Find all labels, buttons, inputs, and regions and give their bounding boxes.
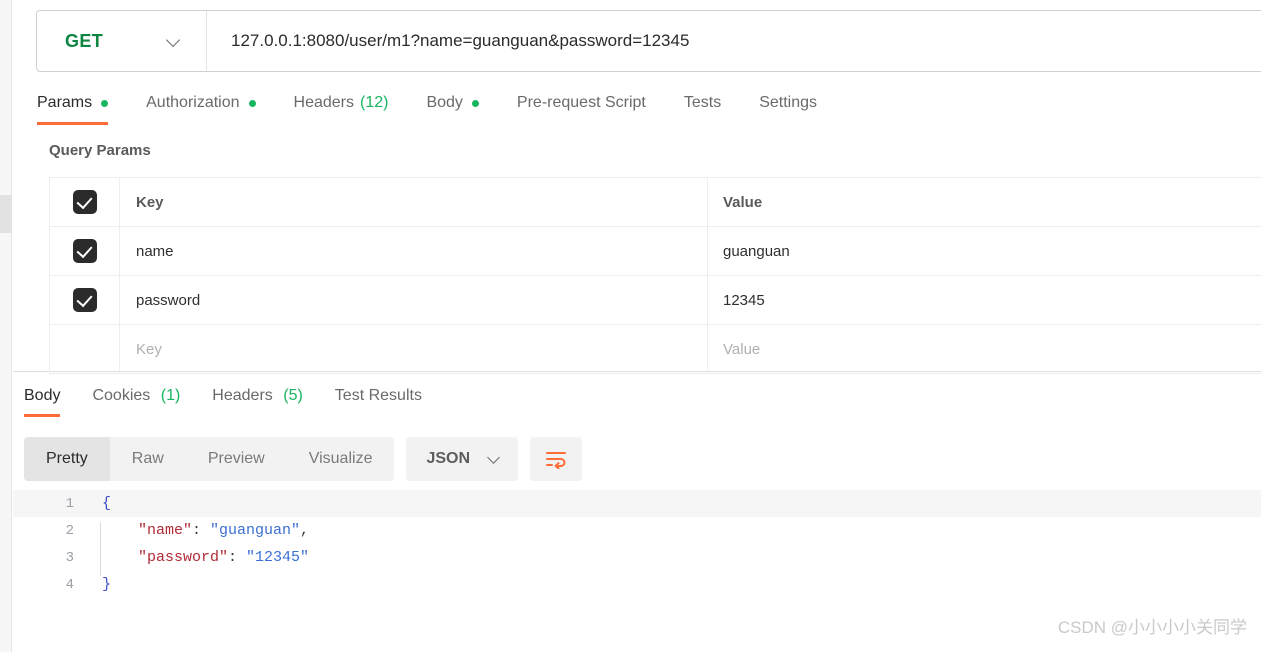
json-string-value: "guanguan": [210, 522, 301, 539]
response-body-editor[interactable]: 1 { 2 "name": "guanguan", 3 "password": …: [13, 490, 1261, 610]
code-line-content: }: [102, 576, 112, 593]
word-wrap-icon: [546, 452, 567, 469]
line-number: 3: [65, 549, 74, 566]
query-params-table: Key Value name guanguan password 12345 K…: [49, 177, 1261, 374]
modified-dot-icon: [471, 99, 479, 107]
response-tab-bar: Body Cookies (1) Headers (5) Test Result…: [24, 383, 454, 417]
json-string-value: "12345": [246, 549, 310, 566]
response-tab-headers-label: Headers: [212, 387, 273, 404]
tab-headers-label: Headers: [293, 94, 354, 111]
tab-params[interactable]: Params: [37, 88, 109, 125]
tab-headers[interactable]: Headers (12): [294, 88, 389, 125]
view-mode-pretty[interactable]: Pretty: [24, 437, 110, 481]
tab-settings[interactable]: Settings: [759, 88, 817, 125]
response-tab-body[interactable]: Body: [24, 383, 61, 417]
row-checkbox-cell[interactable]: [50, 276, 120, 324]
line-number: 2: [65, 522, 74, 539]
view-mode-visualize[interactable]: Visualize: [287, 437, 395, 481]
response-body-toolbar: Pretty Raw Preview Visualize JSON: [24, 437, 583, 481]
table-header-row: Key Value: [50, 178, 1261, 227]
row-checkbox[interactable]: [72, 288, 97, 312]
table-row: name guanguan: [50, 227, 1261, 276]
request-pane: GET 127.0.0.1:8080/user/m1?name=guanguan…: [13, 0, 1261, 374]
modified-dot-icon: [101, 99, 109, 107]
select-all-cell[interactable]: [50, 178, 120, 226]
response-tab-cookies-label: Cookies: [92, 387, 151, 404]
left-scrollbar-track[interactable]: [0, 0, 12, 652]
json-punctuation: :: [228, 549, 247, 566]
param-key-input[interactable]: password: [120, 276, 708, 324]
param-value-input[interactable]: 12345: [708, 276, 1261, 324]
view-mode-group: Pretty Raw Preview Visualize: [24, 437, 395, 481]
line-number: 1: [65, 495, 74, 512]
response-tab-cookies-count: (1): [160, 387, 181, 404]
query-params-title: Query Params: [49, 142, 151, 159]
line-number: 4: [65, 576, 74, 593]
request-tab-bar: Params Authorization Headers (12) Body P…: [37, 88, 855, 125]
new-param-key-input[interactable]: Key: [120, 325, 708, 373]
chevron-down-icon: [488, 452, 502, 466]
code-line: 3 "password": "12345": [13, 544, 1261, 576]
word-wrap-button[interactable]: [530, 437, 583, 481]
column-header-value: Value: [723, 193, 763, 211]
new-param-value-input[interactable]: Value: [708, 325, 1261, 373]
json-key: "password": [102, 549, 229, 566]
chevron-down-icon: [166, 33, 182, 49]
row-checkbox-cell[interactable]: [50, 227, 120, 275]
param-key-input[interactable]: name: [120, 227, 708, 275]
row-checkbox-cell-empty: [50, 325, 120, 373]
response-tab-headers[interactable]: Headers (5): [212, 383, 303, 417]
row-checkbox[interactable]: [72, 239, 97, 263]
tab-params-label: Params: [37, 94, 93, 111]
http-method-dropdown[interactable]: GET: [37, 11, 207, 71]
tab-authorization[interactable]: Authorization: [146, 88, 256, 125]
code-line-content: "name": "guanguan",: [88, 522, 1261, 549]
left-scrollbar-thumb[interactable]: [0, 195, 12, 233]
code-line-content: {: [102, 495, 112, 512]
view-mode-raw[interactable]: Raw: [110, 437, 186, 481]
response-tab-headers-count: (5): [283, 387, 303, 404]
tab-body-label: Body: [426, 94, 463, 111]
code-line: 4 }: [13, 571, 1261, 598]
indent-guide: [100, 522, 101, 549]
modified-dot-icon: [248, 99, 256, 107]
table-row-empty: Key Value: [50, 325, 1261, 374]
response-tab-test-results[interactable]: Test Results: [335, 383, 422, 417]
json-punctuation: :: [192, 522, 211, 539]
table-row: password 12345: [50, 276, 1261, 325]
url-bar: GET 127.0.0.1:8080/user/m1?name=guanguan…: [36, 10, 1261, 72]
param-value-input[interactable]: guanguan: [708, 227, 1261, 275]
response-tab-cookies[interactable]: Cookies (1): [92, 383, 180, 417]
code-line: 2 "name": "guanguan",: [13, 517, 1261, 549]
tab-pre-request-script[interactable]: Pre-request Script: [517, 88, 646, 125]
response-format-label: JSON: [426, 450, 471, 467]
response-format-dropdown[interactable]: JSON: [406, 437, 519, 481]
select-all-checkbox[interactable]: [72, 190, 97, 214]
view-mode-preview[interactable]: Preview: [186, 437, 287, 481]
url-input[interactable]: 127.0.0.1:8080/user/m1?name=guanguan&pas…: [207, 11, 1261, 71]
json-punctuation: ,: [300, 522, 310, 539]
column-header-key: Key: [120, 178, 708, 226]
code-line-content: "password": "12345": [88, 549, 1261, 576]
tab-authorization-label: Authorization: [146, 94, 240, 111]
code-line: 1 {: [13, 490, 1261, 517]
indent-guide: [100, 549, 101, 576]
http-method-label: GET: [65, 30, 104, 51]
tab-body[interactable]: Body: [426, 88, 479, 125]
json-key: "name": [102, 522, 193, 539]
watermark: CSDN @小小小小关同学: [1057, 618, 1247, 637]
tab-tests[interactable]: Tests: [684, 88, 721, 125]
tab-headers-count: (12): [360, 94, 389, 111]
